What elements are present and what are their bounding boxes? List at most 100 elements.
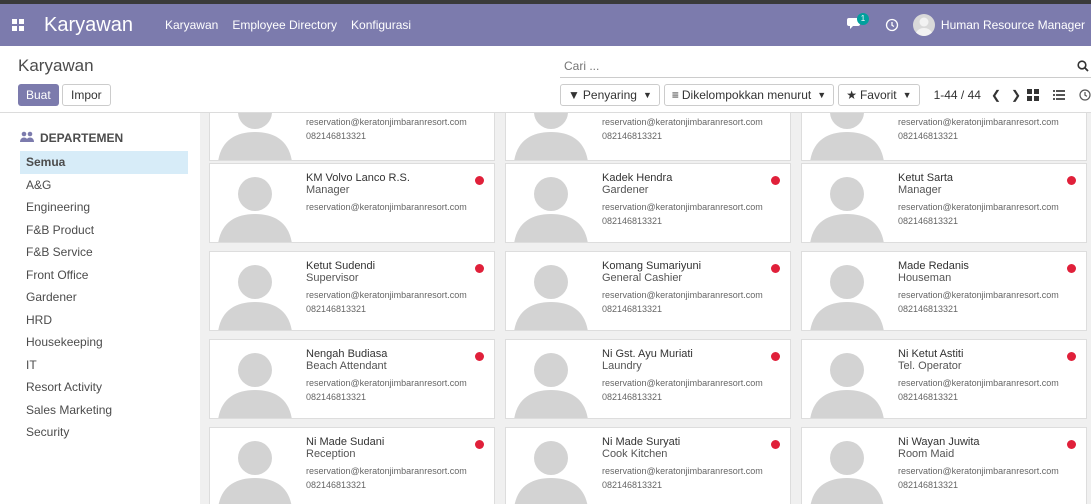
employee-job: Beach Attendant [306, 360, 387, 372]
employee-card[interactable]: Kadek Hendra Gardener reservation@keratonj… [505, 163, 791, 243]
employee-photo [506, 252, 596, 330]
search-icon[interactable] [1077, 60, 1089, 72]
sidebar-department-item[interactable]: A&G [20, 174, 188, 197]
sidebar-department-item[interactable]: F&B Product [20, 219, 188, 242]
pager-previous-icon[interactable]: ❮ [991, 88, 1001, 102]
sidebar-department-item[interactable]: Engineering [20, 196, 188, 219]
menu-karyawan[interactable]: Karyawan [165, 18, 218, 32]
employee-photo [210, 164, 300, 242]
employee-card[interactable]: Ni Ketut Astiti Tel. Operator reservation@… [801, 339, 1087, 419]
employee-name: Made Redanis [898, 260, 969, 272]
employee-card[interactable]: Ketut Sudendi Supervisor reservation@kerat… [209, 251, 495, 331]
employee-phone: 082146813321 [306, 392, 367, 402]
user-avatar[interactable] [912, 14, 935, 36]
caret-down-icon: ▼ [902, 90, 912, 100]
employee-card[interactable]: reservation@keratonjimbaranresort.com 082… [209, 113, 495, 161]
employee-name: Ni Made Suryati [602, 436, 681, 448]
employee-info: Made Redanis Houseman reservation@keratonj… [898, 260, 1078, 315]
user-menu[interactable]: Human Resource Manager [941, 18, 1085, 32]
pager-next-icon[interactable]: ❯ [1011, 88, 1021, 102]
employee-email: reservation@keratonjimbaranresort.com [898, 378, 1059, 388]
employee-card[interactable]: reservation@keratonjimbaranresort.com 082… [801, 113, 1087, 161]
employee-info: Nengah Budiasa Beach Attendant reservation… [306, 348, 486, 403]
employee-job: Cook Kitchen [602, 448, 668, 460]
employee-card[interactable]: Ni Made Sudani Reception reservation@kerat… [209, 427, 495, 504]
create-button[interactable]: Buat [18, 84, 59, 106]
search-input[interactable] [560, 56, 1060, 76]
import-button[interactable]: Impor [62, 84, 111, 106]
presence-status-icon [771, 176, 780, 185]
employee-phone: 082146813321 [898, 480, 959, 490]
menu-employee-directory[interactable]: Employee Directory [232, 18, 337, 32]
employee-card[interactable]: Ketut Sarta Manager reservation@keratonjim… [801, 163, 1087, 243]
department-header: DEPARTEMEN [20, 131, 200, 145]
sidebar-department-item[interactable]: Housekeeping [20, 331, 188, 354]
employee-info: Ketut Sarta Manager reservation@keratonjim… [898, 172, 1078, 227]
employee-email: reservation@keratonjimbaranresort.com [306, 466, 467, 476]
filter-label: Penyaring [582, 88, 637, 102]
employee-photo [802, 252, 892, 330]
employee-phone: 082146813321 [898, 131, 959, 141]
employee-card[interactable]: Ni Wayan Juwita Room Maid reservation@kera… [801, 427, 1087, 504]
employee-info: KM Volvo Lanco R.S. Manager reservation@ke… [306, 172, 486, 213]
sidebar-department-item[interactable]: Sales Marketing [20, 399, 188, 422]
employee-card[interactable]: Made Redanis Houseman reservation@keratonj… [801, 251, 1087, 331]
employee-info: Ni Made Sudani Reception reservation@kerat… [306, 436, 486, 491]
menu-konfigurasi[interactable]: Konfigurasi [351, 18, 411, 32]
employee-card[interactable]: Ni Gst. Ayu Muriati Laundry reservation@ke… [505, 339, 791, 419]
sidebar-department-item[interactable]: Resort Activity [20, 376, 188, 399]
employee-name: Komang Sumariyuni [602, 260, 702, 272]
sidebar-department-item[interactable]: F&B Service [20, 241, 188, 264]
employee-email: reservation@keratonjimbaranresort.com [898, 202, 1059, 212]
employee-email: reservation@keratonjimbaranresort.com [306, 378, 467, 388]
sidebar-department-item[interactable]: HRD [20, 309, 188, 332]
list-icon: ≡ [671, 88, 679, 102]
group-by-button[interactable]: ≡ Dikelompokkan menurut ▼ [663, 84, 835, 106]
activity-clock-icon[interactable] [885, 18, 899, 32]
favorite-button[interactable]: ★ Favorit ▼ [838, 84, 920, 106]
employee-job: Houseman [898, 272, 952, 284]
employee-phone: 082146813321 [306, 304, 367, 314]
presence-status-icon [771, 264, 780, 273]
view-switcher [1027, 84, 1091, 106]
employee-info: Ni Gst. Ayu Muriati Laundry reservation@ke… [602, 348, 782, 403]
pager-value[interactable]: 1-44 / 44 [934, 88, 981, 102]
presence-status-icon [771, 440, 780, 449]
sidebar-department-item[interactable]: Semua [20, 151, 188, 174]
chat-badge: 1 [856, 13, 869, 25]
top-menu: Karyawan Employee Directory Konfigurasi [165, 18, 411, 32]
department-header-label: DEPARTEMEN [40, 131, 124, 145]
activity-view-icon[interactable] [1079, 89, 1091, 101]
employee-info: Ni Made Suryati Cook Kitchen reservation@k… [602, 436, 782, 491]
employee-job: Room Maid [898, 448, 955, 460]
kanban-view-icon[interactable] [1027, 89, 1039, 101]
employee-card[interactable]: reservation@keratonjimbaranresort.com 082… [505, 113, 791, 161]
star-icon: ★ [846, 88, 857, 102]
filter-button[interactable]: ▼ Penyaring ▼ [560, 84, 660, 106]
employee-card[interactable]: Komang Sumariyuni General Cashier reservat… [505, 251, 791, 331]
control-panel: Karyawan Buat Impor ▼ Penyaring ▼ ≡ Dike… [0, 46, 1091, 113]
apps-menu-icon[interactable] [10, 17, 26, 33]
presence-status-icon [1067, 264, 1076, 273]
sidebar-department-item[interactable]: IT [20, 354, 188, 377]
sidebar-department-item[interactable]: Security [20, 421, 188, 444]
filter-icon: ▼ [568, 88, 580, 102]
employee-email: reservation@keratonjimbaranresort.com [898, 117, 1059, 127]
employee-card[interactable]: Nengah Budiasa Beach Attendant reservation… [209, 339, 495, 419]
sidebar-department-item[interactable]: Front Office [20, 264, 188, 287]
sidebar-department-item[interactable]: Gardener [20, 286, 188, 309]
list-view-icon[interactable] [1053, 89, 1065, 101]
caret-down-icon: ▼ [642, 90, 652, 100]
employee-job: Supervisor [306, 272, 359, 284]
employee-photo [210, 252, 300, 330]
employee-job: Manager [898, 184, 942, 196]
employee-email: reservation@keratonjimbaranresort.com [898, 466, 1059, 476]
presence-status-icon [1067, 352, 1076, 361]
presence-status-icon [475, 440, 484, 449]
employee-card[interactable]: KM Volvo Lanco R.S. Manager reservation@ke… [209, 163, 495, 243]
department-sidebar: DEPARTEMEN Semua A&G Engineering F&B Produc… [0, 113, 200, 504]
employee-email: reservation@keratonjimbaranresort.com [898, 290, 1059, 300]
breadcrumb: Karyawan [18, 56, 94, 75]
chat-icon[interactable]: 1 [846, 13, 869, 33]
employee-card[interactable]: Ni Made Suryati Cook Kitchen reservation@k… [505, 427, 791, 504]
